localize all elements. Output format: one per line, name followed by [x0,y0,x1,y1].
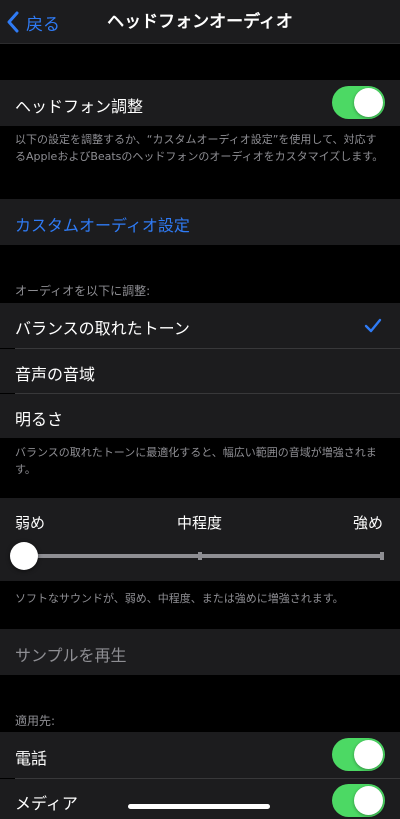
apply-phone-row: 電話 [0,732,400,778]
headphone-adjust-label: ヘッドフォン調整 [15,97,144,116]
headphone-adjust-footer: 以下の設定を調整するか、“カスタムオーディオ設定”を使用して、対応するApple… [15,133,384,163]
strength-slider-row: 弱め 中程度 強め [0,498,400,581]
apply-phone-toggle[interactable] [332,738,385,771]
strength-slider-thumb[interactable] [10,542,38,570]
tune-option-label: 音声の音域 [15,365,96,384]
apply-phone-label: 電話 [15,749,48,768]
custom-audio-setup-row[interactable]: カスタムオーディオ設定 [0,199,400,245]
strength-footer: ソフトなサウンドが、弱め、中程度、または強めに増強されます。 [15,592,344,605]
tune-option-label: バランスの取れたトーン [15,319,190,338]
custom-audio-setup-link[interactable]: カスタムオーディオ設定 [15,212,190,236]
tune-option-label: 明るさ [15,410,64,429]
headphone-adjust-toggle[interactable] [332,86,385,119]
toggle-knob [354,88,383,117]
headphone-adjust-row: ヘッドフォン調整 [0,80,400,126]
slider-tick-high [380,552,384,560]
play-sample-row[interactable]: サンプルを再生 [0,629,400,675]
play-sample-label[interactable]: サンプルを再生 [15,642,127,666]
toggle-knob [354,740,383,769]
tune-option-brightness[interactable]: 明るさ [0,394,400,438]
apply-media-row: メディア [0,779,400,819]
page-title: ヘッドフォンオーディオ [107,12,293,32]
strength-mid-label: 中程度 [177,514,223,532]
slider-tick-mid [198,552,202,560]
tune-section-footer: バランスの取れたトーンに最適化すると、幅広い範囲の音域が増強されます。 [15,446,377,476]
navigation-bar: 戻る ヘッドフォンオーディオ [0,0,400,44]
toggle-knob [354,786,383,815]
strength-slider-track[interactable] [24,554,384,558]
apply-section-header: 適用先: [15,714,56,728]
home-indicator[interactable] [128,804,270,809]
strength-high-label: 強め [352,514,383,532]
tune-option-balanced[interactable]: バランスの取れたトーン [0,303,400,348]
tune-section-header: オーディオを以下に調整: [15,284,151,298]
tune-option-vocal[interactable]: 音声の音域 [0,349,400,393]
strength-low-label: 弱め [15,514,46,532]
checkmark-icon [364,318,382,333]
apply-media-label: メディア [15,794,78,813]
apply-media-toggle[interactable] [332,784,385,817]
